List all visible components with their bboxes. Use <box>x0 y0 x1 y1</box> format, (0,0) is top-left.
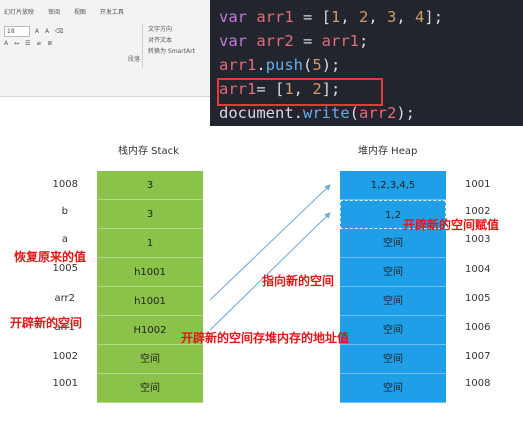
annotation-restore: 恢复原来的值 <box>14 250 87 264</box>
annotation-heap-assign: 开辟新的空间赋值 <box>403 218 500 232</box>
annotation-new-space: 开辟新的空间 <box>10 316 83 330</box>
annotation-store-address: 开辟新的空间存堆内存的地址值 <box>181 331 350 345</box>
annotation-point-new: 指向新的空间 <box>262 274 335 288</box>
